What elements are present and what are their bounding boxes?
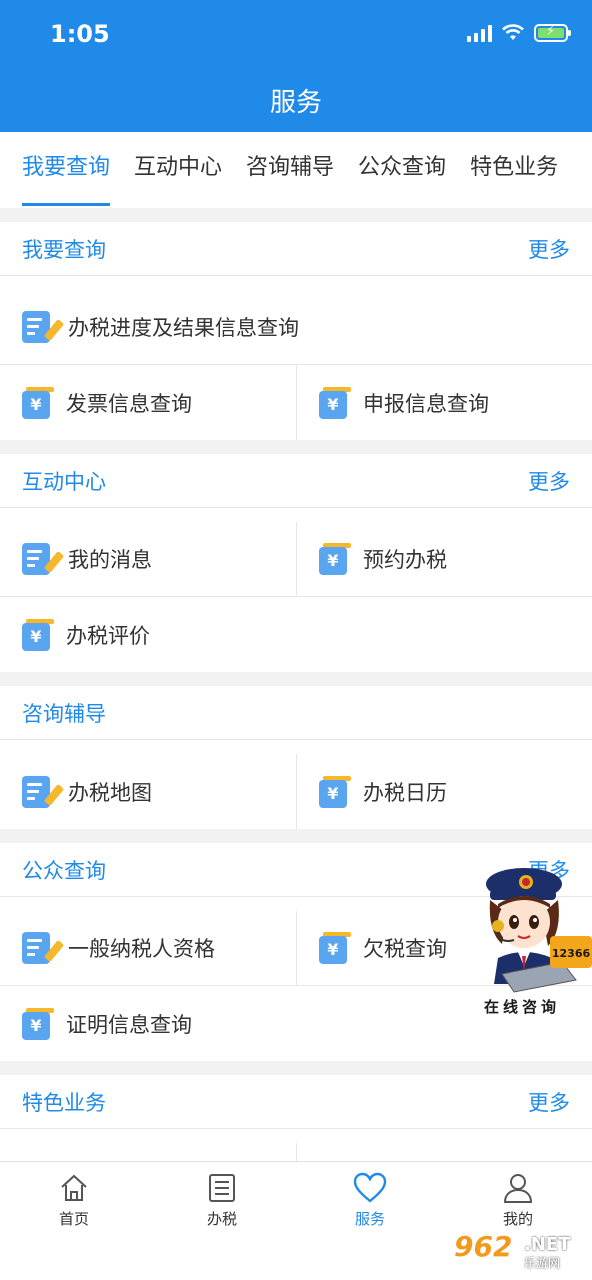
section-special: 特色业务 更多 <box>0 1075 592 1161</box>
tabbar-label: 服务 <box>354 1210 385 1228</box>
service-item-appointment[interactable]: ¥ 预约办税 <box>296 522 592 596</box>
service-item-label: 发票信息查询 <box>66 391 192 416</box>
section-header: 咨询辅导 <box>0 686 592 740</box>
service-item-label: 一般纳税人资格 <box>68 937 215 961</box>
yen-card-icon: ¥ <box>319 386 351 419</box>
status-bar: 1:05 ⚡ <box>0 0 592 70</box>
service-row: 办税进度及结果信息查询 <box>0 276 592 365</box>
section-interact: 互动中心 更多 我的消息 ¥ 预约办税 ¥ 办税评价 <box>0 454 592 672</box>
section-query: 我要查询 更多 办税进度及结果信息查询 ¥ 发票信息查询 ¥ 申报信息查询 <box>0 222 592 440</box>
tab-query[interactable]: 我要查询 <box>22 132 111 208</box>
page-title: 服务 <box>269 88 322 118</box>
mascot-icon: 12366 <box>486 868 592 993</box>
more-link[interactable]: 更多 <box>528 466 570 496</box>
service-item-label: 办税进度及结果信息查询 <box>68 316 299 340</box>
tab-consult[interactable]: 咨询辅导 <box>246 132 334 208</box>
tabbar-tax[interactable]: 办税 <box>148 1162 296 1280</box>
yen-card-icon: ¥ <box>319 543 351 575</box>
service-item-tax-map[interactable]: 办税地图 <box>0 754 296 829</box>
tab-public[interactable]: 公众查询 <box>358 132 446 208</box>
section-title: 我要查询 <box>22 237 106 262</box>
service-item-taxpayer-qualification[interactable]: 一般纳税人资格 <box>0 911 296 985</box>
tabbar-label: 首页 <box>58 1210 89 1228</box>
service-item-evaluation[interactable]: ¥ 办税评价 <box>0 597 592 672</box>
section-consult: 咨询辅导 办税地图 ¥ 办税日历 <box>0 686 592 829</box>
service-row: 我的消息 ¥ 预约办税 <box>0 508 592 597</box>
more-link[interactable]: 更多 <box>528 234 570 264</box>
hotline-number: 12366 <box>552 947 591 960</box>
service-item-tax-calendar[interactable]: ¥ 办税日历 <box>296 754 592 829</box>
yen-card-icon: ¥ <box>22 386 54 419</box>
service-row: ¥ 发票信息查询 ¥ 申报信息查询 <box>0 365 592 440</box>
section-header: 特色业务 更多 <box>0 1075 592 1129</box>
service-item-label: 我的消息 <box>68 548 152 572</box>
battery-icon: ⚡ <box>534 24 571 42</box>
service-item-invoice-query[interactable]: ¥ 发票信息查询 <box>0 365 296 440</box>
watermark-brand: 962 <box>454 1230 513 1263</box>
service-item-label: 办税评价 <box>66 623 150 648</box>
online-consult-button[interactable]: 12366 在线咨询 <box>480 862 592 1022</box>
heart-icon <box>353 1172 387 1203</box>
service-row: ¥ 办税评价 <box>0 597 592 672</box>
section-header: 互动中心 更多 <box>0 454 592 508</box>
document-edit-icon <box>22 311 65 343</box>
service-item-label: 办税地图 <box>68 780 152 805</box>
section-header: 我要查询 更多 <box>0 222 592 276</box>
service-item-label: 办税日历 <box>363 780 447 805</box>
service-item-placeholder <box>296 1143 592 1161</box>
tabbar-label: 我的 <box>502 1210 533 1228</box>
section-title: 公众查询 <box>22 858 106 883</box>
tabbar-service[interactable]: 服务 <box>296 1162 444 1280</box>
tab-interact[interactable]: 互动中心 <box>134 132 222 208</box>
wifi-icon <box>502 24 524 40</box>
yen-card-icon: ¥ <box>319 932 351 964</box>
section-title: 特色业务 <box>22 1090 106 1115</box>
service-row: 办税地图 ¥ 办税日历 <box>0 740 592 829</box>
home-icon <box>61 1174 87 1201</box>
category-tabs: 我要查询 互动中心 咨询辅导 公众查询 特色业务 <box>0 132 592 208</box>
tab-special[interactable]: 特色业务 <box>470 132 558 208</box>
yen-card-icon: ¥ <box>22 1007 54 1040</box>
site-watermark: 962 .NET 乐游网 <box>450 1230 586 1272</box>
service-item-label: 欠税查询 <box>363 937 447 961</box>
watermark-site: 乐游网 <box>524 1256 561 1270</box>
service-item-my-messages[interactable]: 我的消息 <box>0 522 296 596</box>
document-edit-icon <box>22 775 65 808</box>
watermark-domain: .NET <box>524 1234 571 1255</box>
signal-icon <box>467 24 492 42</box>
service-item-placeholder <box>0 1143 296 1161</box>
header-bar: 1:05 ⚡ 服务 <box>0 0 592 132</box>
tabbar-label: 办税 <box>206 1210 237 1228</box>
section-title: 互动中心 <box>22 469 106 494</box>
yen-card-icon: ¥ <box>22 618 54 651</box>
document-edit-icon <box>22 932 65 964</box>
tabbar-home[interactable]: 首页 <box>0 1162 148 1280</box>
status-icons: ⚡ <box>467 24 571 42</box>
yen-card-icon: ¥ <box>319 775 351 808</box>
document-edit-icon <box>22 543 65 575</box>
service-item-label: 预约办税 <box>363 548 447 572</box>
service-item-label: 证明信息查询 <box>66 1012 192 1037</box>
online-consult-label: 在线咨询 <box>484 998 561 1016</box>
service-item-declaration-query[interactable]: ¥ 申报信息查询 <box>296 365 592 440</box>
list-icon <box>209 1174 235 1202</box>
service-row <box>0 1129 592 1161</box>
section-title: 咨询辅导 <box>22 701 106 726</box>
service-item-label: 申报信息查询 <box>363 391 489 416</box>
status-time: 1:05 <box>50 20 110 48</box>
service-item-progress-query[interactable]: 办税进度及结果信息查询 <box>0 290 592 364</box>
user-icon <box>503 1174 533 1203</box>
more-link[interactable]: 更多 <box>528 1087 570 1117</box>
